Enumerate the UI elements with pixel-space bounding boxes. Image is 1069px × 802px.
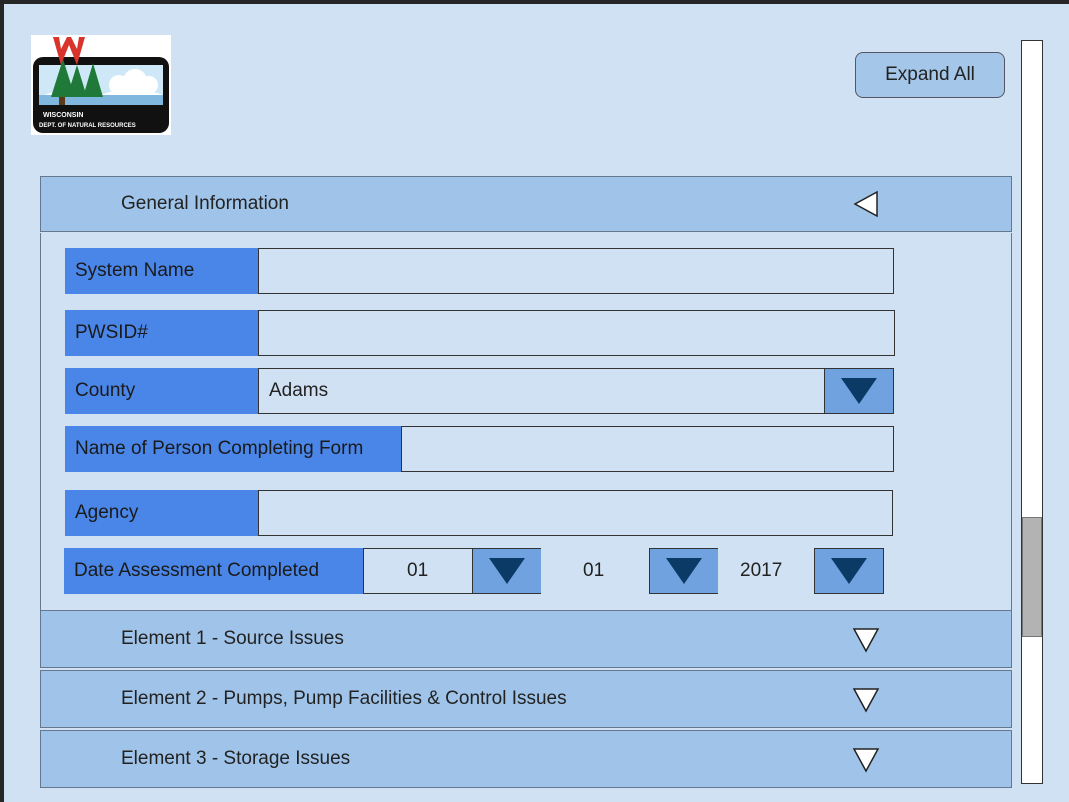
- section-element-2-header[interactable]: Element 2 - Pumps, Pump Facilities & Con…: [40, 670, 1012, 728]
- county-dropdown-button[interactable]: [824, 368, 894, 414]
- system-name-label: System Name: [65, 248, 259, 294]
- person-name-input[interactable]: [401, 426, 894, 472]
- date-year-dropdown-button[interactable]: [814, 548, 884, 594]
- general-information-header[interactable]: General Information: [40, 176, 1012, 232]
- pwsid-input[interactable]: [258, 310, 895, 356]
- expand-triangle-icon[interactable]: [851, 625, 881, 655]
- logo-line-1: WISCONSIN: [43, 112, 83, 119]
- person-name-label: Name of Person Completing Form: [65, 426, 402, 472]
- collapse-triangle-icon[interactable]: [851, 189, 881, 219]
- chevron-down-icon: [831, 558, 867, 584]
- chevron-down-icon: [666, 558, 702, 584]
- chevron-down-icon: [489, 558, 525, 584]
- app-window: WISCONSIN DEPT. OF NATURAL RESOURCES Exp…: [4, 4, 1069, 802]
- date-month-dropdown-button[interactable]: [472, 548, 542, 594]
- agency-input[interactable]: [258, 490, 893, 536]
- agency-label: Agency: [65, 490, 259, 536]
- section-element-2-title: Element 2 - Pumps, Pump Facilities & Con…: [121, 688, 567, 709]
- date-day-dropdown-button[interactable]: [649, 548, 719, 594]
- expand-triangle-icon[interactable]: [851, 745, 881, 775]
- expand-all-button[interactable]: Expand All: [855, 52, 1005, 98]
- date-completed-label: Date Assessment Completed: [64, 548, 364, 594]
- county-label: County: [65, 368, 259, 414]
- expand-triangle-icon[interactable]: [851, 685, 881, 715]
- wdnr-logo: WISCONSIN DEPT. OF NATURAL RESOURCES: [31, 35, 171, 135]
- date-month-select[interactable]: 01: [363, 548, 473, 594]
- section-element-1-title: Element 1 - Source Issues: [121, 628, 344, 649]
- general-information-title: General Information: [121, 193, 289, 214]
- section-element-3-title: Element 3 - Storage Issues: [121, 748, 351, 769]
- date-year-select[interactable]: 2017: [718, 548, 815, 594]
- date-day-select[interactable]: 01: [541, 548, 650, 594]
- pwsid-label: PWSID#: [65, 310, 259, 356]
- county-select[interactable]: Adams: [258, 368, 825, 414]
- section-element-3-header[interactable]: Element 3 - Storage Issues: [40, 730, 1012, 788]
- scrollbar-track[interactable]: [1021, 40, 1043, 784]
- scrollbar-thumb[interactable]: [1022, 517, 1042, 637]
- logo-line-2: DEPT. OF NATURAL RESOURCES: [39, 123, 136, 129]
- chevron-down-icon: [841, 378, 877, 404]
- system-name-input[interactable]: [258, 248, 894, 294]
- section-element-1-header[interactable]: Element 1 - Source Issues: [40, 610, 1012, 668]
